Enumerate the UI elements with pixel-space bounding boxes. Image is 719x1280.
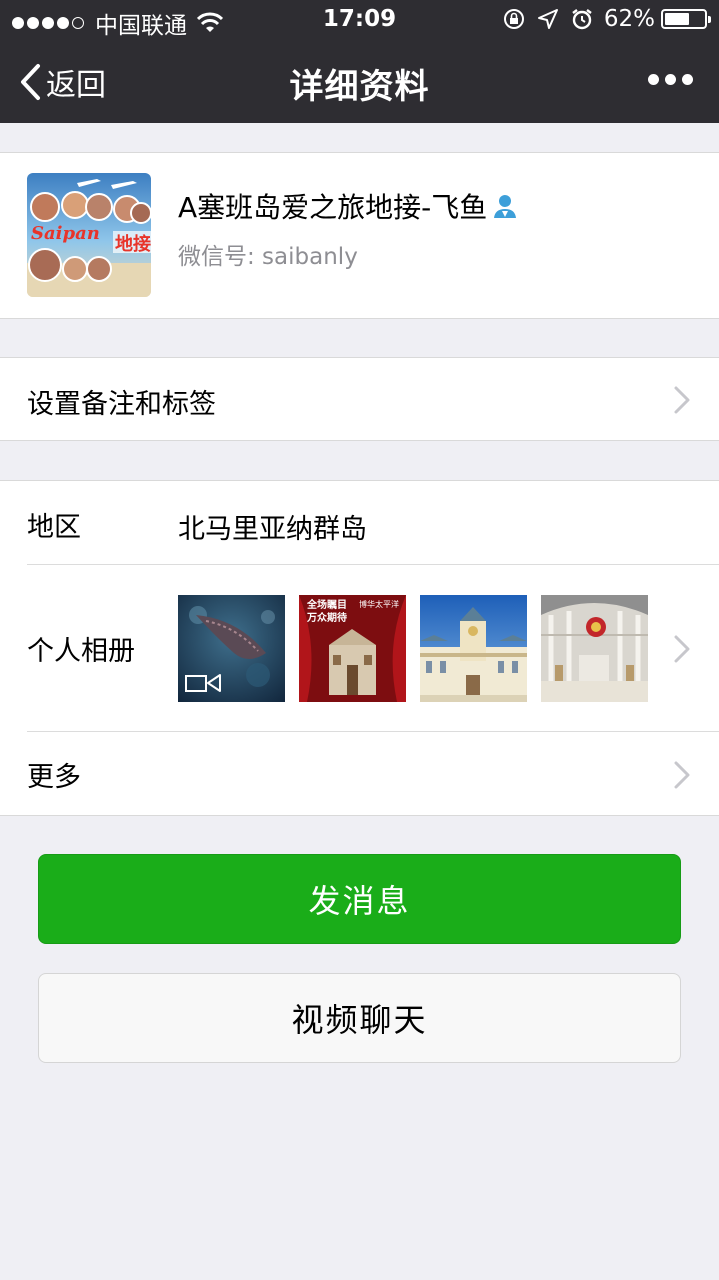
divider [27, 731, 719, 732]
palace-photo [420, 595, 527, 702]
top-bar: 中国联通 17:09 62% 返回 详细资料 [0, 0, 719, 123]
more-dot-icon [665, 74, 676, 85]
rotation-lock-icon [503, 9, 524, 29]
send-message-button[interactable]: 发消息 [38, 854, 681, 944]
poster-text-line1: 全场瞩目 [306, 598, 347, 611]
poster-text-line3: 博华太平洋 [359, 599, 399, 609]
location-arrow-icon [537, 9, 558, 29]
album-label: 个人相册 [27, 636, 135, 667]
battery-percent: 62% [603, 6, 655, 32]
person-verified-icon [494, 195, 517, 218]
navigation-bar: 返回 详细资料 [0, 40, 719, 123]
more-options-button[interactable] [642, 74, 693, 85]
alarm-clock-icon [572, 9, 592, 30]
set-remark-and-tags-row[interactable]: 设置备注和标签 [0, 357, 719, 441]
battery-icon [661, 9, 711, 29]
video-chat-button[interactable]: 视频聊天 [38, 973, 681, 1063]
profile-card: Saipan 地接 A塞班岛爱之旅地接-飞鱼 微信号: saibanly [0, 152, 719, 319]
profile-name-line: A塞班岛爱之旅地接-飞鱼 [178, 186, 519, 226]
poster-text-line2: 万众期待 [306, 611, 347, 624]
more-dot-icon [648, 74, 659, 85]
status-bar: 中国联通 17:09 62% [0, 0, 719, 40]
chevron-right-icon [674, 635, 690, 663]
more-label: 更多 [27, 762, 81, 793]
chevron-right-icon [674, 761, 690, 789]
remark-label: 设置备注和标签 [27, 389, 216, 420]
info-group: 地区 北马里亚纳群岛 个人相册 全场瞩目 万众期待 博华太平洋 更多 [0, 480, 719, 816]
svg-text:Saipan: Saipan [31, 223, 100, 244]
profile-name: A塞班岛爱之旅地接-飞鱼 [178, 191, 488, 224]
divider [27, 564, 719, 565]
avatar[interactable]: Saipan 地接 [27, 173, 151, 297]
chevron-right-icon [674, 386, 690, 414]
region-value: 北马里亚纳群岛 [178, 514, 367, 545]
svg-text:地接: 地接 [115, 233, 151, 255]
avatar-image: Saipan 地接 [27, 173, 151, 297]
page-title: 详细资料 [289, 67, 430, 107]
video-thumbnail-underwater [178, 595, 285, 702]
interior-photo [541, 595, 648, 702]
more-dot-icon [682, 74, 693, 85]
battery-fill [665, 13, 689, 25]
region-label: 地区 [27, 512, 81, 543]
theater-poster: 全场瞩目 万众期待 博华太平洋 [299, 595, 406, 702]
wechat-id: 微信号: saibanly [178, 244, 358, 270]
